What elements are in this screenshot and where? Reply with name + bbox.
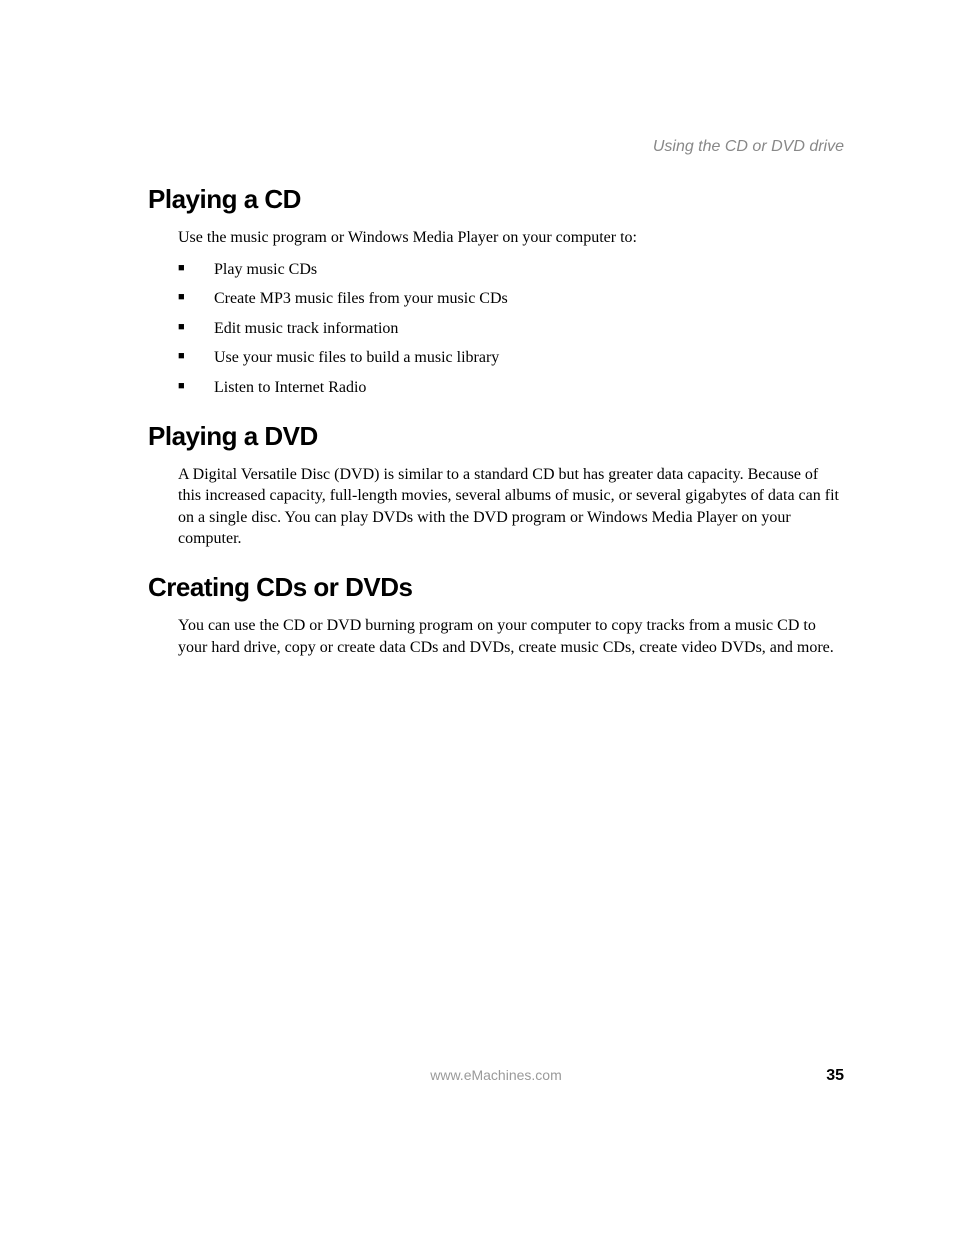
intro-text: Use the music program or Windows Media P… [178,227,844,249]
section-header: Using the CD or DVD drive [148,138,844,156]
body-text-creating: You can use the CD or DVD burning progra… [178,615,844,658]
body-text-dvd: A Digital Versatile Disc (DVD) is simila… [178,464,844,550]
page-content: Using the CD or DVD drive Playing a CD U… [0,0,954,658]
section-playing-dvd: Playing a DVD A Digital Versatile Disc (… [148,421,844,550]
bullet-list-cd: Play music CDs Create MP3 music files fr… [178,259,844,399]
list-item: Play music CDs [178,259,844,281]
heading-playing-cd: Playing a CD [148,184,844,215]
page-number: 35 [804,1067,844,1085]
section-playing-cd: Playing a CD Use the music program or Wi… [148,184,844,399]
heading-creating-discs: Creating CDs or DVDs [148,572,844,603]
section-creating-discs: Creating CDs or DVDs You can use the CD … [148,572,844,658]
page-footer: www.eMachines.com 35 [0,1067,954,1085]
list-item: Listen to Internet Radio [178,377,844,399]
list-item: Use your music files to build a music li… [178,347,844,369]
footer-url: www.eMachines.com [188,1067,804,1083]
list-item: Create MP3 music files from your music C… [178,288,844,310]
heading-playing-dvd: Playing a DVD [148,421,844,452]
list-item: Edit music track information [178,318,844,340]
